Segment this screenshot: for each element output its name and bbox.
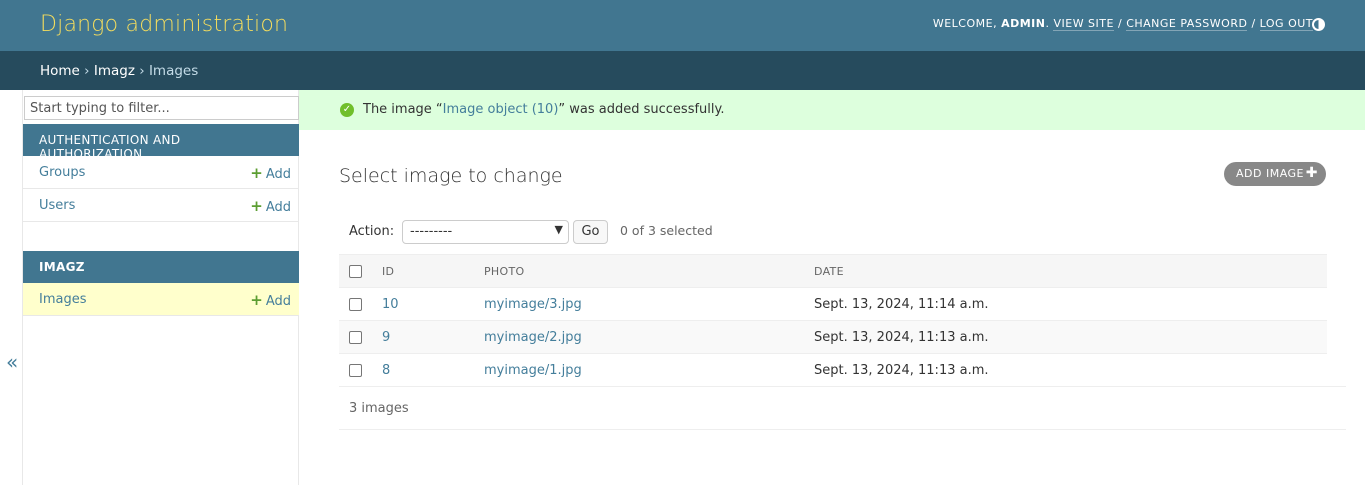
plus-icon: + <box>250 197 263 215</box>
message-object-link[interactable]: Image object (10) <box>443 102 559 117</box>
action-selected-value: --------- <box>410 224 453 239</box>
breadcrumb-app[interactable]: Imagz <box>94 63 135 79</box>
row-checkbox[interactable] <box>349 297 362 311</box>
go-button[interactable]: Go <box>573 220 608 244</box>
message-text: The image “Image object (10)” was added … <box>363 102 725 117</box>
add-label: Add <box>265 167 291 182</box>
add-users-link[interactable]: + Add <box>250 197 291 215</box>
action-select[interactable]: --------- ▼ <box>402 220 569 244</box>
table-row: 10 myimage/3.jpg Sept. 13, 2024, 11:14 a… <box>339 287 1327 321</box>
breadcrumb-home[interactable]: Home <box>40 63 80 79</box>
column-header-id[interactable]: ID <box>372 254 474 288</box>
date-cell: Sept. 13, 2024, 11:14 a.m. <box>804 287 1327 321</box>
row-checkbox-cell <box>339 353 372 387</box>
success-message: ✓ The image “Image object (10)” was adde… <box>299 90 1365 130</box>
id-cell: 8 <box>372 353 474 387</box>
row-checkbox[interactable] <box>349 330 362 344</box>
username: admin <box>1001 17 1046 30</box>
photo-link[interactable]: myimage/1.jpg <box>484 363 582 378</box>
breadcrumb-separator: › <box>139 63 145 79</box>
add-image-label: Add image <box>1236 167 1305 180</box>
sidebar-item-images: Images + Add <box>23 283 299 316</box>
id-cell: 10 <box>372 287 474 321</box>
plus-icon: + <box>250 291 263 309</box>
sidebar-item-users: Users + Add <box>23 189 299 222</box>
photo-link[interactable]: myimage/2.jpg <box>484 330 582 345</box>
toggle-sidebar-button[interactable]: « <box>6 350 18 374</box>
photo-cell: myimage/2.jpg <box>474 320 804 354</box>
welcome-text: Welcome, <box>932 17 998 30</box>
sidebar-item-groups: Groups + Add <box>23 156 299 189</box>
change-password-link[interactable]: Change password <box>1126 17 1248 31</box>
id-link[interactable]: 8 <box>382 363 390 378</box>
breadcrumb-current: Images <box>148 63 199 79</box>
photo-cell: myimage/1.jpg <box>474 353 804 387</box>
select-all-checkbox[interactable] <box>349 264 362 278</box>
date-cell: Sept. 13, 2024, 11:13 a.m. <box>804 353 1327 387</box>
module-caption-imagz[interactable]: Imagz <box>23 251 299 283</box>
user-tools: Welcome, admin. View site / Change passw… <box>932 17 1313 31</box>
header: Django administration Welcome, admin. Vi… <box>0 0 1365 51</box>
sidebar-item-label[interactable]: Users <box>39 198 75 213</box>
photo-cell: myimage/3.jpg <box>474 287 804 321</box>
sidebar-item-label[interactable]: Images <box>39 292 87 307</box>
action-label: Action: <box>349 224 395 239</box>
action-counter: 0 of 3 selected <box>620 223 713 238</box>
id-cell: 9 <box>372 320 474 354</box>
view-site-link[interactable]: View site <box>1053 17 1114 31</box>
log-out-link[interactable]: Log out <box>1259 17 1313 31</box>
sidebar-item-label[interactable]: Groups <box>39 165 85 180</box>
add-image-button[interactable]: Add image ✚ <box>1224 162 1326 186</box>
table-row: 9 myimage/2.jpg Sept. 13, 2024, 11:13 a.… <box>339 320 1327 354</box>
paginator: 3 images <box>339 386 1346 430</box>
result-table: ID Photo Date 10 myimage/3.jpg Sept. 13,… <box>339 254 1327 387</box>
date-cell: Sept. 13, 2024, 11:13 a.m. <box>804 320 1327 354</box>
select-all-header <box>339 254 372 288</box>
add-images-link[interactable]: + Add <box>250 291 291 309</box>
plus-icon: ✚ <box>1305 165 1318 181</box>
id-link[interactable]: 9 <box>382 330 390 345</box>
success-check-icon: ✓ <box>340 103 354 117</box>
add-label: Add <box>265 200 291 215</box>
theme-toggle-icon[interactable] <box>1312 18 1325 31</box>
row-checkbox[interactable] <box>349 363 362 377</box>
photo-link[interactable]: myimage/3.jpg <box>484 297 582 312</box>
id-link[interactable]: 10 <box>382 297 399 312</box>
add-label: Add <box>265 294 291 309</box>
chevron-down-icon: ▼ <box>554 223 563 236</box>
add-groups-link[interactable]: + Add <box>250 164 291 182</box>
module-caption-auth[interactable]: Authentication and Authorization <box>23 124 299 161</box>
table-header-row: ID Photo Date <box>339 254 1327 288</box>
plus-icon: + <box>250 164 263 182</box>
nav-sidebar: Authentication and Authorization Groups … <box>22 90 299 485</box>
breadcrumb: Home › Imagz › Images <box>0 51 1365 90</box>
column-header-date[interactable]: Date <box>804 254 1327 288</box>
separator: / <box>1251 17 1256 30</box>
message-suffix: ” was added successfully. <box>558 102 725 117</box>
row-checkbox-cell <box>339 320 372 354</box>
column-header-photo[interactable]: Photo <box>474 254 804 288</box>
nav-filter-input[interactable] <box>24 96 299 120</box>
page-title: Select image to change <box>339 165 563 187</box>
row-checkbox-cell <box>339 287 372 321</box>
separator: / <box>1117 17 1123 30</box>
message-prefix: The image “ <box>363 102 443 117</box>
breadcrumb-separator: › <box>84 63 90 79</box>
site-name[interactable]: Django administration <box>40 12 288 37</box>
table-row: 8 myimage/1.jpg Sept. 13, 2024, 11:13 a.… <box>339 353 1327 387</box>
